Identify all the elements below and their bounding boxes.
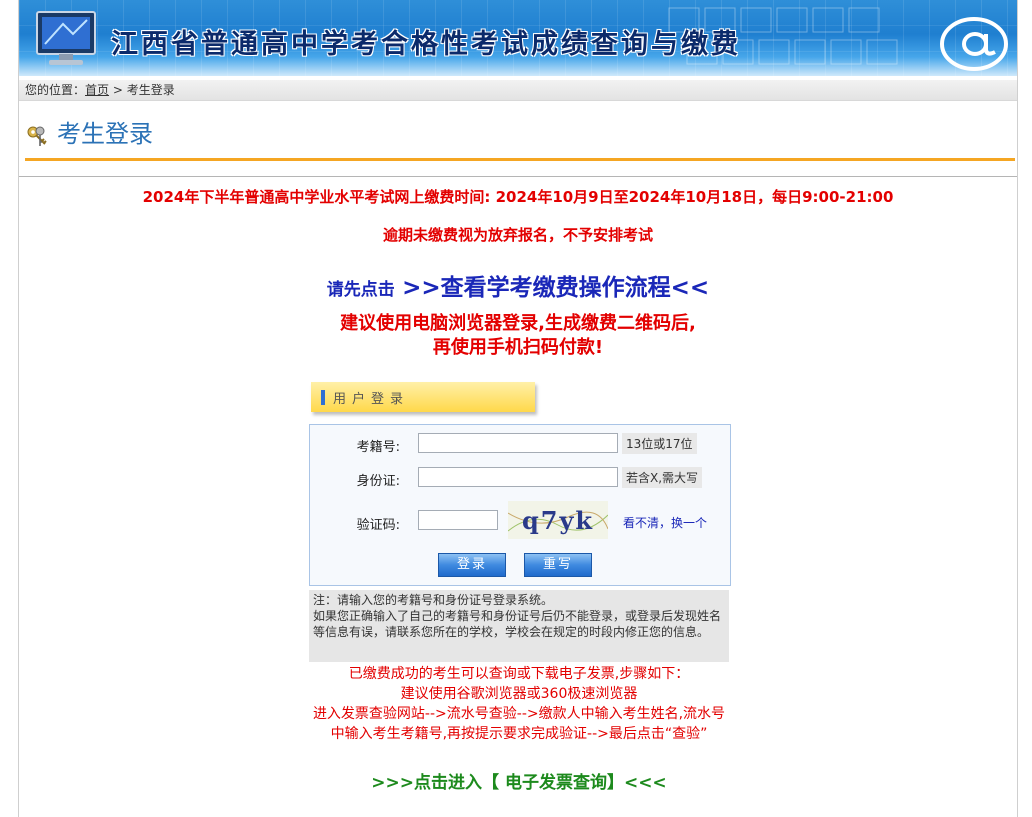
invoice-line3: 进入发票查验网站-->流水号查验-->缴款人中输入考生姓名,流水号中输入考生考籍…: [312, 706, 726, 742]
reset-button[interactable]: 重写: [524, 553, 592, 577]
id-card-hint: 若含X,需大写: [622, 467, 703, 488]
click-prefix: 请先点击: [326, 280, 395, 300]
login-button[interactable]: 登录: [438, 553, 506, 577]
login-header: 用户登录: [311, 382, 535, 412]
captcha-noise-icon: q7yk: [507, 506, 609, 535]
note-line1: 注：请输入您的考籍号和身份证号登录系统。: [313, 593, 554, 607]
process-link[interactable]: >>查看学考缴费操作流程<<: [402, 275, 709, 301]
captcha-refresh-link[interactable]: 换一个: [671, 516, 707, 530]
site-title: 江西省普通高中学考合格性考试成绩查询与缴费: [111, 29, 741, 60]
student-id-label: 考籍号:: [356, 440, 400, 455]
captcha-refresh: 看不清，换一个: [623, 514, 707, 531]
invoice-line2: 建议使用谷歌浏览器或360极速浏览器: [400, 686, 638, 702]
captcha-text: q7yk: [522, 506, 594, 535]
monitor-icon: [36, 11, 96, 65]
student-id-input[interactable]: [418, 433, 618, 453]
invoice-query-link[interactable]: >>>点击进入【 电子发票查询】<<<: [309, 768, 729, 793]
breadcrumb: 您的位置：首页 > 考生登录: [19, 80, 1017, 101]
breadcrumb-home-link[interactable]: 首页: [85, 80, 109, 100]
process-notice: 请先点击 >>查看学考缴费操作流程<<: [19, 268, 1017, 302]
title-divider: [25, 158, 1015, 161]
browser-advice: 建议使用电脑浏览器登录,生成缴费二维码后, 再使用手机扫码付款!: [19, 312, 1017, 360]
overdue-notice: 逾期未缴费视为放弃报名，不予安排考试: [382, 226, 653, 244]
id-card-input[interactable]: [418, 467, 618, 487]
captcha-refresh-prefix: 看不清，: [623, 516, 672, 530]
invoice-instructions: 已缴费成功的考生可以查询或下载电子发票,步骤如下： 建议使用谷歌浏览器或360极…: [309, 664, 729, 744]
note-line2: 如果您正确输入了自己的考籍号和身份证号后仍不能登录，或登录后发现姓名等信息有误，…: [313, 609, 722, 639]
id-card-label: 身份证:: [356, 474, 400, 489]
content-divider: [19, 176, 1017, 177]
invoice-line1: 已缴费成功的考生可以查询或下载电子发票,步骤如下：: [348, 666, 690, 682]
login-form: 考籍号: 13位或17位 身份证: 若含X,需大写 验证码: q7yk 看不清，…: [309, 424, 731, 586]
breadcrumb-separator: >: [112, 83, 123, 97]
breadcrumb-current: 考生登录: [126, 83, 175, 97]
at-sign-icon: [940, 17, 1008, 71]
login-header-text: 用户登录: [333, 392, 410, 407]
login-notes: 注：请输入您的考籍号和身份证号登录系统。 如果您正确输入了自己的考籍号和身份证号…: [309, 590, 729, 662]
login-header-bar: [321, 390, 325, 405]
browser-advice-line1: 建议使用电脑浏览器登录,生成缴费二维码后,: [340, 313, 696, 334]
captcha-image[interactable]: q7yk: [507, 501, 609, 539]
captcha-label: 验证码:: [356, 518, 400, 533]
student-id-hint: 13位或17位: [622, 433, 697, 454]
payment-time-notice: 2024年下半年普通高中学业水平考试网上缴费时间: 2024年10月9日至202…: [142, 188, 894, 206]
breadcrumb-prefix: 您的位置：: [25, 83, 86, 97]
page-title: 考生登录: [57, 120, 153, 148]
keys-icon: [27, 126, 47, 146]
header-banner: 江西省普通高中学考合格性考试成绩查询与缴费: [19, 0, 1017, 76]
captcha-input[interactable]: [418, 510, 498, 530]
page-frame: 江西省普通高中学考合格性考试成绩查询与缴费 您的位置：首页 > 考生登录 考生登…: [18, 0, 1018, 817]
browser-advice-line2: 再使用手机扫码付款!: [432, 337, 604, 358]
